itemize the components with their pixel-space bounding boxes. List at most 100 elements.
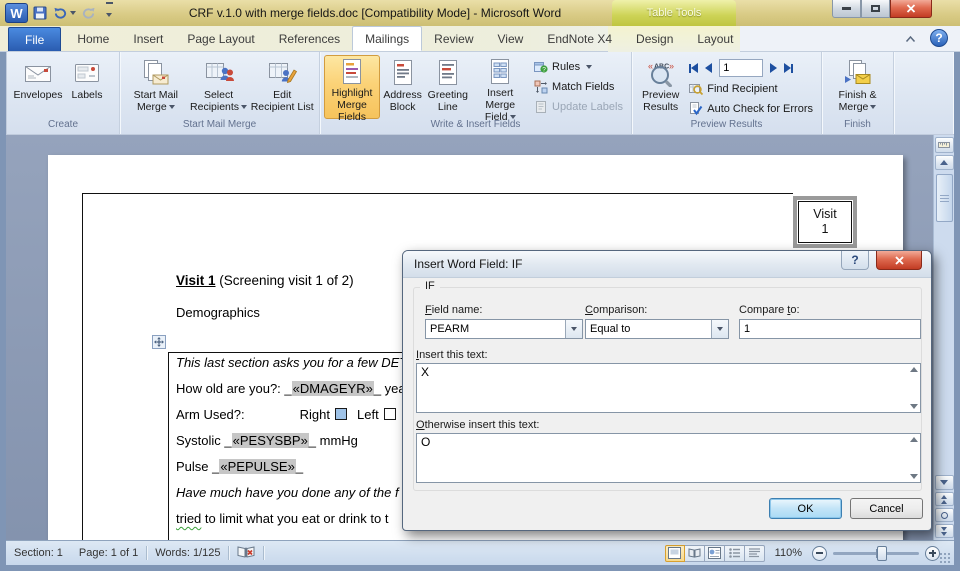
zoom-slider-handle[interactable] (877, 546, 887, 561)
table-tools-caption: Table Tools (612, 0, 736, 26)
scrollbar-track[interactable] (935, 170, 954, 473)
comparison-combobox[interactable]: Equal to (585, 319, 729, 339)
field-name-combobox[interactable]: PEARM (425, 319, 583, 339)
textarea-scroll-down-icon[interactable] (910, 404, 918, 409)
envelopes-button[interactable]: Envelopes (11, 55, 65, 119)
group-label-create: Create (7, 119, 119, 134)
tab-file[interactable]: File (8, 27, 61, 51)
word-logo-icon[interactable]: W (5, 3, 28, 23)
first-record-button[interactable] (689, 63, 698, 73)
ruler-toggle-button[interactable] (935, 137, 954, 153)
edit-recipient-list-button[interactable]: EditRecipient List (249, 55, 315, 119)
help-button[interactable]: ? (930, 29, 948, 47)
tab-page-layout[interactable]: Page Layout (175, 27, 266, 51)
otherwise-text-area[interactable]: O (416, 433, 921, 483)
print-layout-view-button[interactable] (665, 545, 685, 562)
insert-merge-field-button[interactable]: Insert MergeField (470, 55, 530, 119)
comparison-dropdown-button[interactable] (711, 320, 728, 338)
dialog-help-button[interactable]: ? (841, 251, 869, 270)
greeting-line-button[interactable]: GreetingLine (425, 55, 470, 119)
preview-results-button[interactable]: «ABC» PreviewResults (636, 55, 685, 119)
full-screen-reading-view-button[interactable] (685, 545, 705, 562)
address-block-button[interactable]: AddressBlock (380, 55, 425, 119)
next-record-button[interactable] (770, 63, 777, 73)
qat-customize-button[interactable] (100, 4, 118, 22)
next-page-button[interactable] (935, 524, 954, 538)
last-record-button[interactable] (784, 63, 793, 73)
tab-home[interactable]: Home (65, 27, 121, 51)
minimize-button[interactable] (832, 0, 861, 18)
select-browse-object-button[interactable] (935, 508, 954, 522)
auto-check-errors-button[interactable]: Auto Check for Errors (685, 99, 817, 119)
textarea-scroll-up-icon[interactable] (910, 437, 918, 442)
scroll-down-button[interactable] (935, 475, 954, 490)
proofing-error-icon (237, 545, 255, 559)
zoom-level[interactable]: 110% (765, 547, 812, 559)
button-label: GreetingLine (428, 89, 468, 113)
match-fields-button[interactable]: Match Fields (530, 77, 627, 97)
save-button[interactable] (31, 4, 49, 22)
zoom-slider-track[interactable] (833, 552, 919, 555)
ribbon-tab-row: File Home Insert Page Layout References … (0, 26, 960, 52)
draft-view-button[interactable] (745, 545, 765, 562)
insert-text-area[interactable]: X (416, 363, 921, 413)
visit-cell-number: 1 (822, 222, 829, 237)
ok-button[interactable]: OK (769, 498, 842, 519)
zoom-out-button[interactable] (812, 546, 827, 561)
status-section[interactable]: Section: 1 (6, 547, 71, 559)
minimize-ribbon-button[interactable] (902, 32, 918, 46)
doc-line-pulse: Pulse _«PEPULSE»_ (176, 459, 303, 474)
close-button[interactable] (890, 0, 932, 18)
dialog-close-button[interactable] (876, 251, 922, 270)
tab-mailings[interactable]: Mailings (352, 26, 422, 51)
undo-dropdown-icon[interactable] (70, 11, 76, 15)
labels-button[interactable]: Labels (65, 55, 109, 119)
field-name-label: Field name: (425, 304, 483, 316)
previous-page-button[interactable] (935, 492, 954, 506)
compare-to-input[interactable] (739, 319, 921, 339)
undo-button[interactable] (52, 4, 76, 22)
redo-button[interactable] (79, 4, 97, 22)
dropdown-arrow-icon (586, 65, 592, 69)
tab-view[interactable]: View (486, 27, 536, 51)
outer-table-left-border (82, 193, 83, 540)
start-mail-merge-button[interactable]: Start MailMerge (124, 55, 188, 119)
visit-cell[interactable]: Visit1 (793, 196, 857, 248)
select-recipients-button[interactable]: SelectRecipients (188, 55, 250, 119)
status-words[interactable]: Words: 1/125 (147, 547, 228, 559)
cancel-button[interactable]: Cancel (850, 498, 923, 519)
checkbox-right[interactable] (335, 408, 347, 420)
tab-references[interactable]: References (267, 27, 352, 51)
tab-endnote[interactable]: EndNote X4 (535, 27, 624, 51)
tab-layout[interactable]: Layout (685, 27, 745, 51)
web-layout-view-button[interactable] (705, 545, 725, 562)
outline-view-button[interactable] (725, 545, 745, 562)
checkbox-left[interactable] (384, 408, 396, 420)
table-move-handle-icon[interactable] (152, 335, 166, 349)
rules-button[interactable]: ? Rules (530, 57, 627, 77)
resize-grip[interactable] (948, 553, 950, 563)
otherwise-text-label: Otherwise insert this text: (416, 419, 540, 431)
find-recipient-button[interactable]: Find Recipient (685, 79, 817, 99)
finish-merge-button[interactable]: Finish &Merge (829, 55, 887, 119)
find-recipient-icon (689, 82, 703, 96)
textarea-scroll-up-icon[interactable] (910, 367, 918, 372)
tab-design[interactable]: Design (624, 27, 685, 51)
highlight-merge-fields-button[interactable]: HighlightMerge Fields (324, 55, 380, 119)
status-page[interactable]: Page: 1 of 1 (71, 547, 146, 559)
scrollbar-thumb[interactable] (936, 174, 953, 222)
proofing-status-button[interactable] (229, 545, 263, 562)
tab-review[interactable]: Review (422, 27, 485, 51)
vertical-scrollbar[interactable] (933, 135, 954, 540)
previous-record-button[interactable] (705, 63, 712, 73)
field-name-dropdown-button[interactable] (565, 320, 582, 338)
scroll-up-button[interactable] (935, 155, 954, 170)
record-number-input[interactable] (719, 59, 763, 77)
tab-insert[interactable]: Insert (121, 27, 175, 51)
textarea-scroll-down-icon[interactable] (910, 474, 918, 479)
status-bar: Section: 1 Page: 1 of 1 Words: 1/125 (6, 540, 954, 565)
maximize-button[interactable] (861, 0, 890, 18)
record-navigator (685, 57, 817, 79)
button-label: Envelopes (13, 89, 62, 101)
zoom-in-button[interactable] (925, 546, 940, 561)
